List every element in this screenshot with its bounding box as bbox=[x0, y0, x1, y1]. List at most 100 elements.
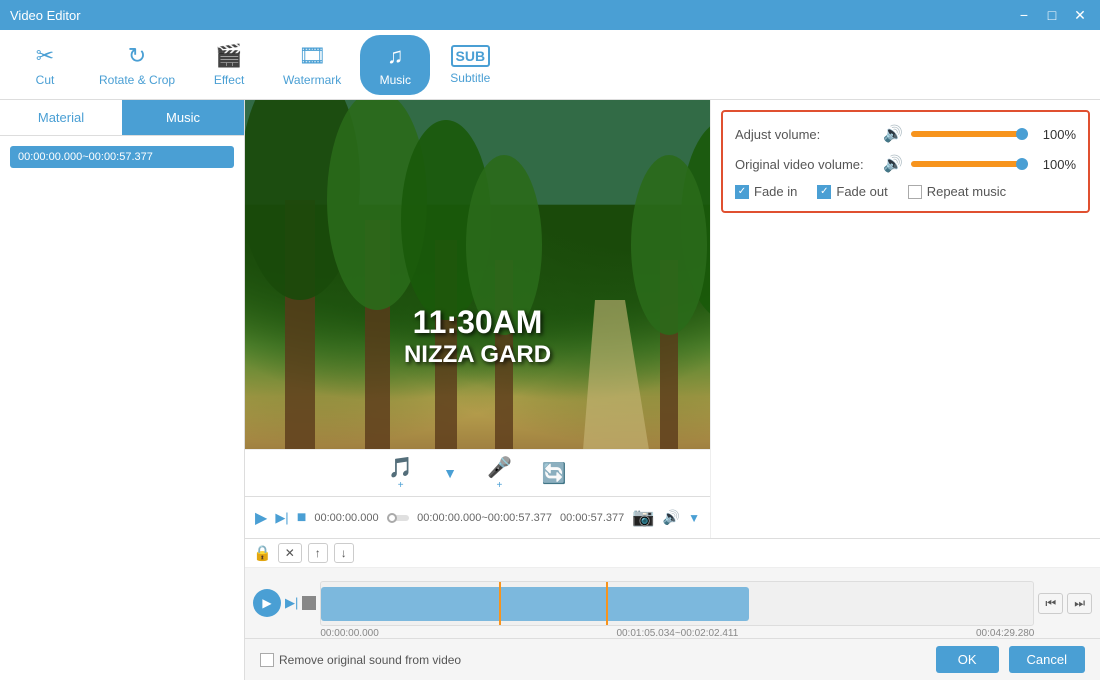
close-button[interactable]: ✕ bbox=[1070, 5, 1090, 25]
track-marker-1 bbox=[499, 582, 501, 625]
timeline-play-frame-button[interactable]: ▶| bbox=[285, 595, 298, 611]
rotate-icon: ↻ bbox=[128, 43, 146, 69]
progress-thumb bbox=[387, 513, 397, 523]
window-title: Video Editor bbox=[10, 8, 81, 23]
progress-bar[interactable] bbox=[387, 515, 410, 521]
toolbar: ✂ Cut ↻ Rotate & Crop 🎬 Effect 🎞 Waterma… bbox=[0, 30, 1100, 100]
bottom-bar: Remove original sound from video OK Canc… bbox=[245, 638, 1100, 680]
add-voice-button[interactable]: 🎤+ bbox=[487, 455, 512, 491]
timeline-time-start: 00:00:00.000 bbox=[320, 628, 378, 639]
time-end: 00:00:57.377 bbox=[560, 512, 624, 524]
next-segment-button[interactable]: ⏭ bbox=[1067, 593, 1092, 614]
adjust-volume-value: 100% bbox=[1036, 127, 1076, 142]
cancel-button[interactable]: Cancel bbox=[1009, 646, 1085, 673]
music-icon: ♫ bbox=[387, 43, 404, 69]
original-volume-fill bbox=[911, 161, 1028, 167]
sidebar-tabs: Material Music bbox=[0, 100, 244, 136]
adjust-volume-label: Adjust volume: bbox=[735, 127, 875, 142]
repeat-music-label: Repeat music bbox=[927, 184, 1006, 199]
video-area: 11:30AM NIZZA GARD 🎵+ ▼ 🎤+ 🔄 ▶ ▶| bbox=[245, 100, 710, 538]
adjust-volume-slider[interactable] bbox=[911, 131, 1028, 137]
fade-out-checkbox[interactable]: ✓ Fade out bbox=[817, 184, 887, 199]
toolbar-watermark[interactable]: 🎞 Watermark bbox=[269, 35, 355, 95]
toolbar-rotate-label: Rotate & Crop bbox=[99, 73, 175, 87]
play-frame-button[interactable]: ▶| bbox=[275, 510, 288, 526]
video-location-display: NIZZA GARD bbox=[404, 341, 551, 369]
toolbar-subtitle[interactable]: SUB Subtitle bbox=[435, 37, 505, 93]
ok-button[interactable]: OK bbox=[936, 646, 999, 673]
adjust-volume-row: Adjust volume: 🔊 100% bbox=[735, 124, 1076, 144]
sidebar: Material Music 00:00:00.000~00:00:57.377 bbox=[0, 100, 245, 680]
toolbar-music-label: Music bbox=[380, 73, 411, 87]
chevron-down-icon: ▼ bbox=[443, 465, 457, 481]
stop-button[interactable]: ■ bbox=[297, 509, 307, 527]
timeline-time-end: 00:04:29.280 bbox=[976, 628, 1034, 639]
cut-icon: ✂ bbox=[36, 43, 54, 69]
toolbar-effect-label: Effect bbox=[214, 73, 244, 87]
original-volume-row: Original video volume: 🔊 100% bbox=[735, 154, 1076, 174]
music-settings-panel: Adjust volume: 🔊 100% Original video vol… bbox=[721, 110, 1090, 213]
adjust-volume-fill bbox=[911, 131, 1028, 137]
volume-button[interactable]: 🔊 bbox=[663, 509, 680, 526]
timeline-stop-button[interactable] bbox=[302, 596, 316, 610]
move-down-button[interactable]: ↓ bbox=[334, 543, 354, 563]
lock-icon: 🔒 bbox=[253, 544, 272, 562]
checkbox-row: ✓ Fade in ✓ Fade out Repeat mu bbox=[735, 184, 1076, 199]
fade-in-checkbox[interactable]: ✓ Fade in bbox=[735, 184, 797, 199]
repeat-music-box bbox=[908, 185, 922, 199]
window-controls: − □ ✕ bbox=[1014, 5, 1090, 25]
fade-out-label: Fade out bbox=[836, 184, 887, 199]
timeline-toolbar: 🔒 ✕ ↑ ↓ bbox=[245, 539, 1100, 568]
remove-sound-checkbox[interactable] bbox=[260, 653, 274, 667]
camera-button[interactable]: 📷 bbox=[632, 507, 654, 528]
track-segment-1 bbox=[321, 587, 748, 621]
prev-segment-button[interactable]: ⏮ bbox=[1038, 593, 1063, 614]
sidebar-tab-music[interactable]: Music bbox=[122, 100, 244, 135]
timeline-area: 🔒 ✕ ↑ ↓ ▶ ▶| bbox=[245, 538, 1100, 638]
sidebar-file-item[interactable]: 00:00:00.000~00:00:57.377 bbox=[10, 146, 234, 168]
title-bar: Video Editor − □ ✕ bbox=[0, 0, 1100, 30]
maximize-button[interactable]: □ bbox=[1042, 5, 1062, 25]
volume-icon-2: 🔊 bbox=[883, 154, 903, 174]
subtitle-icon: SUB bbox=[451, 45, 491, 67]
toolbar-music[interactable]: ♫ Music bbox=[360, 35, 430, 95]
play-button[interactable]: ▶ bbox=[255, 508, 267, 528]
video-time-display: 11:30AM bbox=[404, 304, 551, 341]
fade-in-check: ✓ bbox=[738, 186, 746, 197]
volume-icon-1: 🔊 bbox=[883, 124, 903, 144]
delete-timeline-button[interactable]: ✕ bbox=[278, 543, 302, 563]
toolbar-watermark-label: Watermark bbox=[283, 73, 341, 87]
video-controls: ▶ ▶| ■ 00:00:00.000 00:00:00.000~00:00:5… bbox=[245, 496, 710, 538]
repeat-music-checkbox[interactable]: Repeat music bbox=[908, 184, 1006, 199]
fade-in-label: Fade in bbox=[754, 184, 797, 199]
remove-sound-label: Remove original sound from video bbox=[279, 653, 461, 667]
remove-sound-row[interactable]: Remove original sound from video bbox=[260, 653, 461, 667]
track-container[interactable]: 00:00:00.000 00:01:05.034~00:02:02.411 0… bbox=[320, 581, 1034, 626]
move-up-button[interactable]: ↑ bbox=[308, 543, 328, 563]
video-overlay-text: 11:30AM NIZZA GARD bbox=[404, 304, 551, 369]
timeline-play-button[interactable]: ▶ bbox=[253, 589, 281, 617]
main-content: Material Music 00:00:00.000~00:00:57.377 bbox=[0, 100, 1100, 680]
video-preview: 11:30AM NIZZA GARD bbox=[245, 100, 710, 449]
dropdown-arrow[interactable]: ▼ bbox=[688, 511, 700, 525]
time-range: 00:00:00.000~00:00:57.377 bbox=[417, 512, 552, 524]
toolbar-effect[interactable]: 🎬 Effect bbox=[194, 35, 264, 95]
original-volume-slider[interactable] bbox=[911, 161, 1028, 167]
sidebar-tab-material[interactable]: Material bbox=[0, 100, 122, 135]
timeline-time-mid: 00:01:05.034~00:02:02.411 bbox=[616, 628, 738, 639]
original-volume-thumb bbox=[1016, 158, 1028, 170]
watermark-icon: 🎞 bbox=[298, 43, 326, 69]
original-volume-value: 100% bbox=[1036, 157, 1076, 172]
fade-in-box: ✓ bbox=[735, 185, 749, 199]
fade-out-box: ✓ bbox=[817, 185, 831, 199]
toolbar-rotate[interactable]: ↻ Rotate & Crop bbox=[85, 35, 189, 95]
adjust-volume-thumb bbox=[1016, 128, 1028, 140]
add-music-button[interactable]: 🎵+ bbox=[388, 455, 413, 491]
toolbar-cut-label: Cut bbox=[36, 73, 55, 87]
fade-out-check: ✓ bbox=[820, 186, 828, 197]
toolbar-cut[interactable]: ✂ Cut bbox=[10, 35, 80, 95]
track-marker-2 bbox=[606, 582, 608, 625]
minimize-button[interactable]: − bbox=[1014, 5, 1034, 25]
time-start: 00:00:00.000 bbox=[314, 512, 378, 524]
refresh-button[interactable]: 🔄 bbox=[542, 461, 567, 486]
